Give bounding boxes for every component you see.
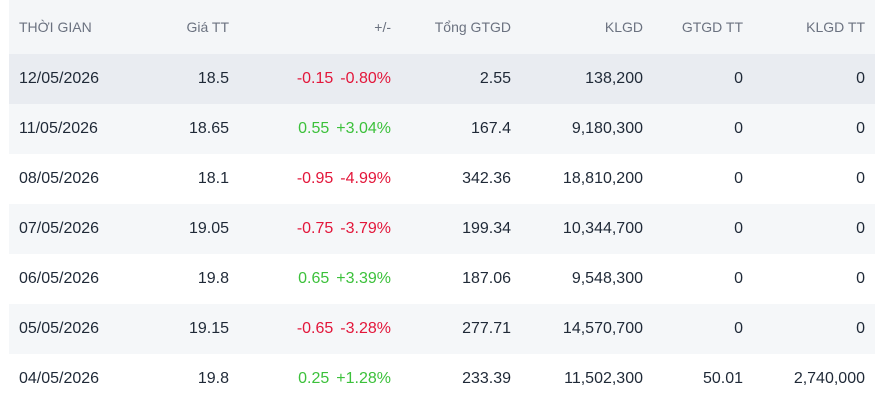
cell-total-value: 233.39 xyxy=(462,370,511,387)
price-history-table-container: THỜI GIAN Giá TT +/- Tổng GTGD KLGD GTGD… xyxy=(9,0,875,404)
cell-price: 19.15 xyxy=(188,320,229,337)
table-row[interactable]: 06/05/2026 19.8 0.65 +3.39% 187.06 9,548,300 0… xyxy=(9,254,875,304)
column-header-negotiated-value[interactable]: GTGD TT xyxy=(653,0,753,54)
column-header-price[interactable]: Giá TT xyxy=(149,0,239,54)
change-percent: -4.99% xyxy=(340,170,391,187)
table-body: 12/05/2026 18.5 -0.15 -0.80% 2.55 138,200 0 0 11… xyxy=(9,54,875,404)
cell-negotiated-volume: 0 xyxy=(856,220,865,237)
change-percent: -3.28% xyxy=(340,320,391,337)
header-row: THỜI GIAN Giá TT +/- Tổng GTGD KLGD GTGD… xyxy=(9,0,875,54)
cell-volume: 9,548,300 xyxy=(571,270,643,287)
cell-date: 04/05/2026 xyxy=(19,370,100,387)
change-value: -0.15 xyxy=(296,70,334,87)
table-row[interactable]: 11/05/2026 18.65 0.55 +3.04% 167.4 9,180,300 0… xyxy=(9,104,875,154)
change-percent: +3.04% xyxy=(336,120,391,137)
cell-change: 0.65 +3.39% xyxy=(239,254,401,304)
cell-negotiated-value: 0 xyxy=(734,320,743,337)
column-header-negotiated-volume[interactable]: KLGD TT xyxy=(753,0,875,54)
cell-total-value: 277.71 xyxy=(462,320,511,337)
cell-negotiated-value: 0 xyxy=(734,70,743,87)
change-value: -0.95 xyxy=(296,170,334,187)
cell-price: 18.65 xyxy=(188,120,229,137)
cell-total-value: 187.06 xyxy=(462,270,511,287)
cell-negotiated-volume: 2,740,000 xyxy=(793,370,865,387)
cell-volume: 9,180,300 xyxy=(571,120,643,137)
change-value: -0.65 xyxy=(296,320,334,337)
cell-negotiated-value: 50.01 xyxy=(702,370,743,387)
cell-price: 19.8 xyxy=(197,370,229,387)
cell-date: 05/05/2026 xyxy=(19,320,100,337)
cell-date: 08/05/2026 xyxy=(19,170,100,187)
table-header: THỜI GIAN Giá TT +/- Tổng GTGD KLGD GTGD… xyxy=(9,0,875,54)
cell-price: 18.1 xyxy=(197,170,229,187)
change-value: 0.55 xyxy=(298,120,330,137)
change-percent: +1.28% xyxy=(336,370,391,387)
cell-change: -0.75 -3.79% xyxy=(239,204,401,254)
cell-negotiated-volume: 0 xyxy=(856,320,865,337)
change-percent: -3.79% xyxy=(340,220,391,237)
cell-date: 12/05/2026 xyxy=(19,70,100,87)
cell-date: 07/05/2026 xyxy=(19,220,100,237)
table-row[interactable]: 12/05/2026 18.5 -0.15 -0.80% 2.55 138,200 0 0 xyxy=(9,54,875,104)
cell-negotiated-value: 0 xyxy=(734,120,743,137)
cell-date: 06/05/2026 xyxy=(19,270,100,287)
change-value: -0.75 xyxy=(296,220,334,237)
cell-change: 0.25 +1.28% xyxy=(239,354,401,404)
cell-total-value: 167.4 xyxy=(470,120,511,137)
cell-total-value: 199.34 xyxy=(462,220,511,237)
column-header-date[interactable]: THỜI GIAN xyxy=(9,0,149,54)
column-header-volume[interactable]: KLGD xyxy=(521,0,653,54)
change-value: 0.25 xyxy=(298,370,330,387)
cell-negotiated-value: 0 xyxy=(734,220,743,237)
column-header-change[interactable]: +/- xyxy=(239,0,401,54)
cell-price: 19.8 xyxy=(197,270,229,287)
cell-change: -0.65 -3.28% xyxy=(239,304,401,354)
cell-volume: 14,570,700 xyxy=(562,320,643,337)
table-row[interactable]: 05/05/2026 19.15 -0.65 -3.28% 277.71 14,570,7… xyxy=(9,304,875,354)
table-row[interactable]: 08/05/2026 18.1 -0.95 -4.99% 342.36 18,810,20… xyxy=(9,154,875,204)
cell-volume: 10,344,700 xyxy=(562,220,643,237)
cell-negotiated-volume: 0 xyxy=(856,70,865,87)
table-row[interactable]: 07/05/2026 19.05 -0.75 -3.79% 199.34 10,344,7… xyxy=(9,204,875,254)
cell-date: 11/05/2026 xyxy=(19,120,98,137)
cell-price: 18.5 xyxy=(197,70,229,87)
cell-change: -0.15 -0.80% xyxy=(239,54,401,104)
cell-volume: 18,810,200 xyxy=(562,170,643,187)
cell-volume: 11,502,300 xyxy=(564,370,643,387)
table-row[interactable]: 04/05/2026 19.8 0.25 +1.28% 233.39 11,502,300… xyxy=(9,354,875,404)
cell-change: 0.55 +3.04% xyxy=(239,104,401,154)
cell-negotiated-value: 0 xyxy=(734,270,743,287)
cell-total-value: 2.55 xyxy=(479,70,511,87)
column-header-total-value[interactable]: Tổng GTGD xyxy=(401,0,521,54)
cell-volume: 138,200 xyxy=(585,70,643,87)
price-history-table: THỜI GIAN Giá TT +/- Tổng GTGD KLGD GTGD… xyxy=(9,0,875,404)
cell-negotiated-volume: 0 xyxy=(856,120,865,137)
change-percent: -0.80% xyxy=(340,70,391,87)
cell-price: 19.05 xyxy=(188,220,229,237)
cell-negotiated-volume: 0 xyxy=(856,170,865,187)
cell-total-value: 342.36 xyxy=(462,170,511,187)
change-percent: +3.39% xyxy=(336,270,391,287)
cell-negotiated-volume: 0 xyxy=(856,270,865,287)
cell-negotiated-value: 0 xyxy=(734,170,743,187)
cell-change: -0.95 -4.99% xyxy=(239,154,401,204)
change-value: 0.65 xyxy=(298,270,330,287)
